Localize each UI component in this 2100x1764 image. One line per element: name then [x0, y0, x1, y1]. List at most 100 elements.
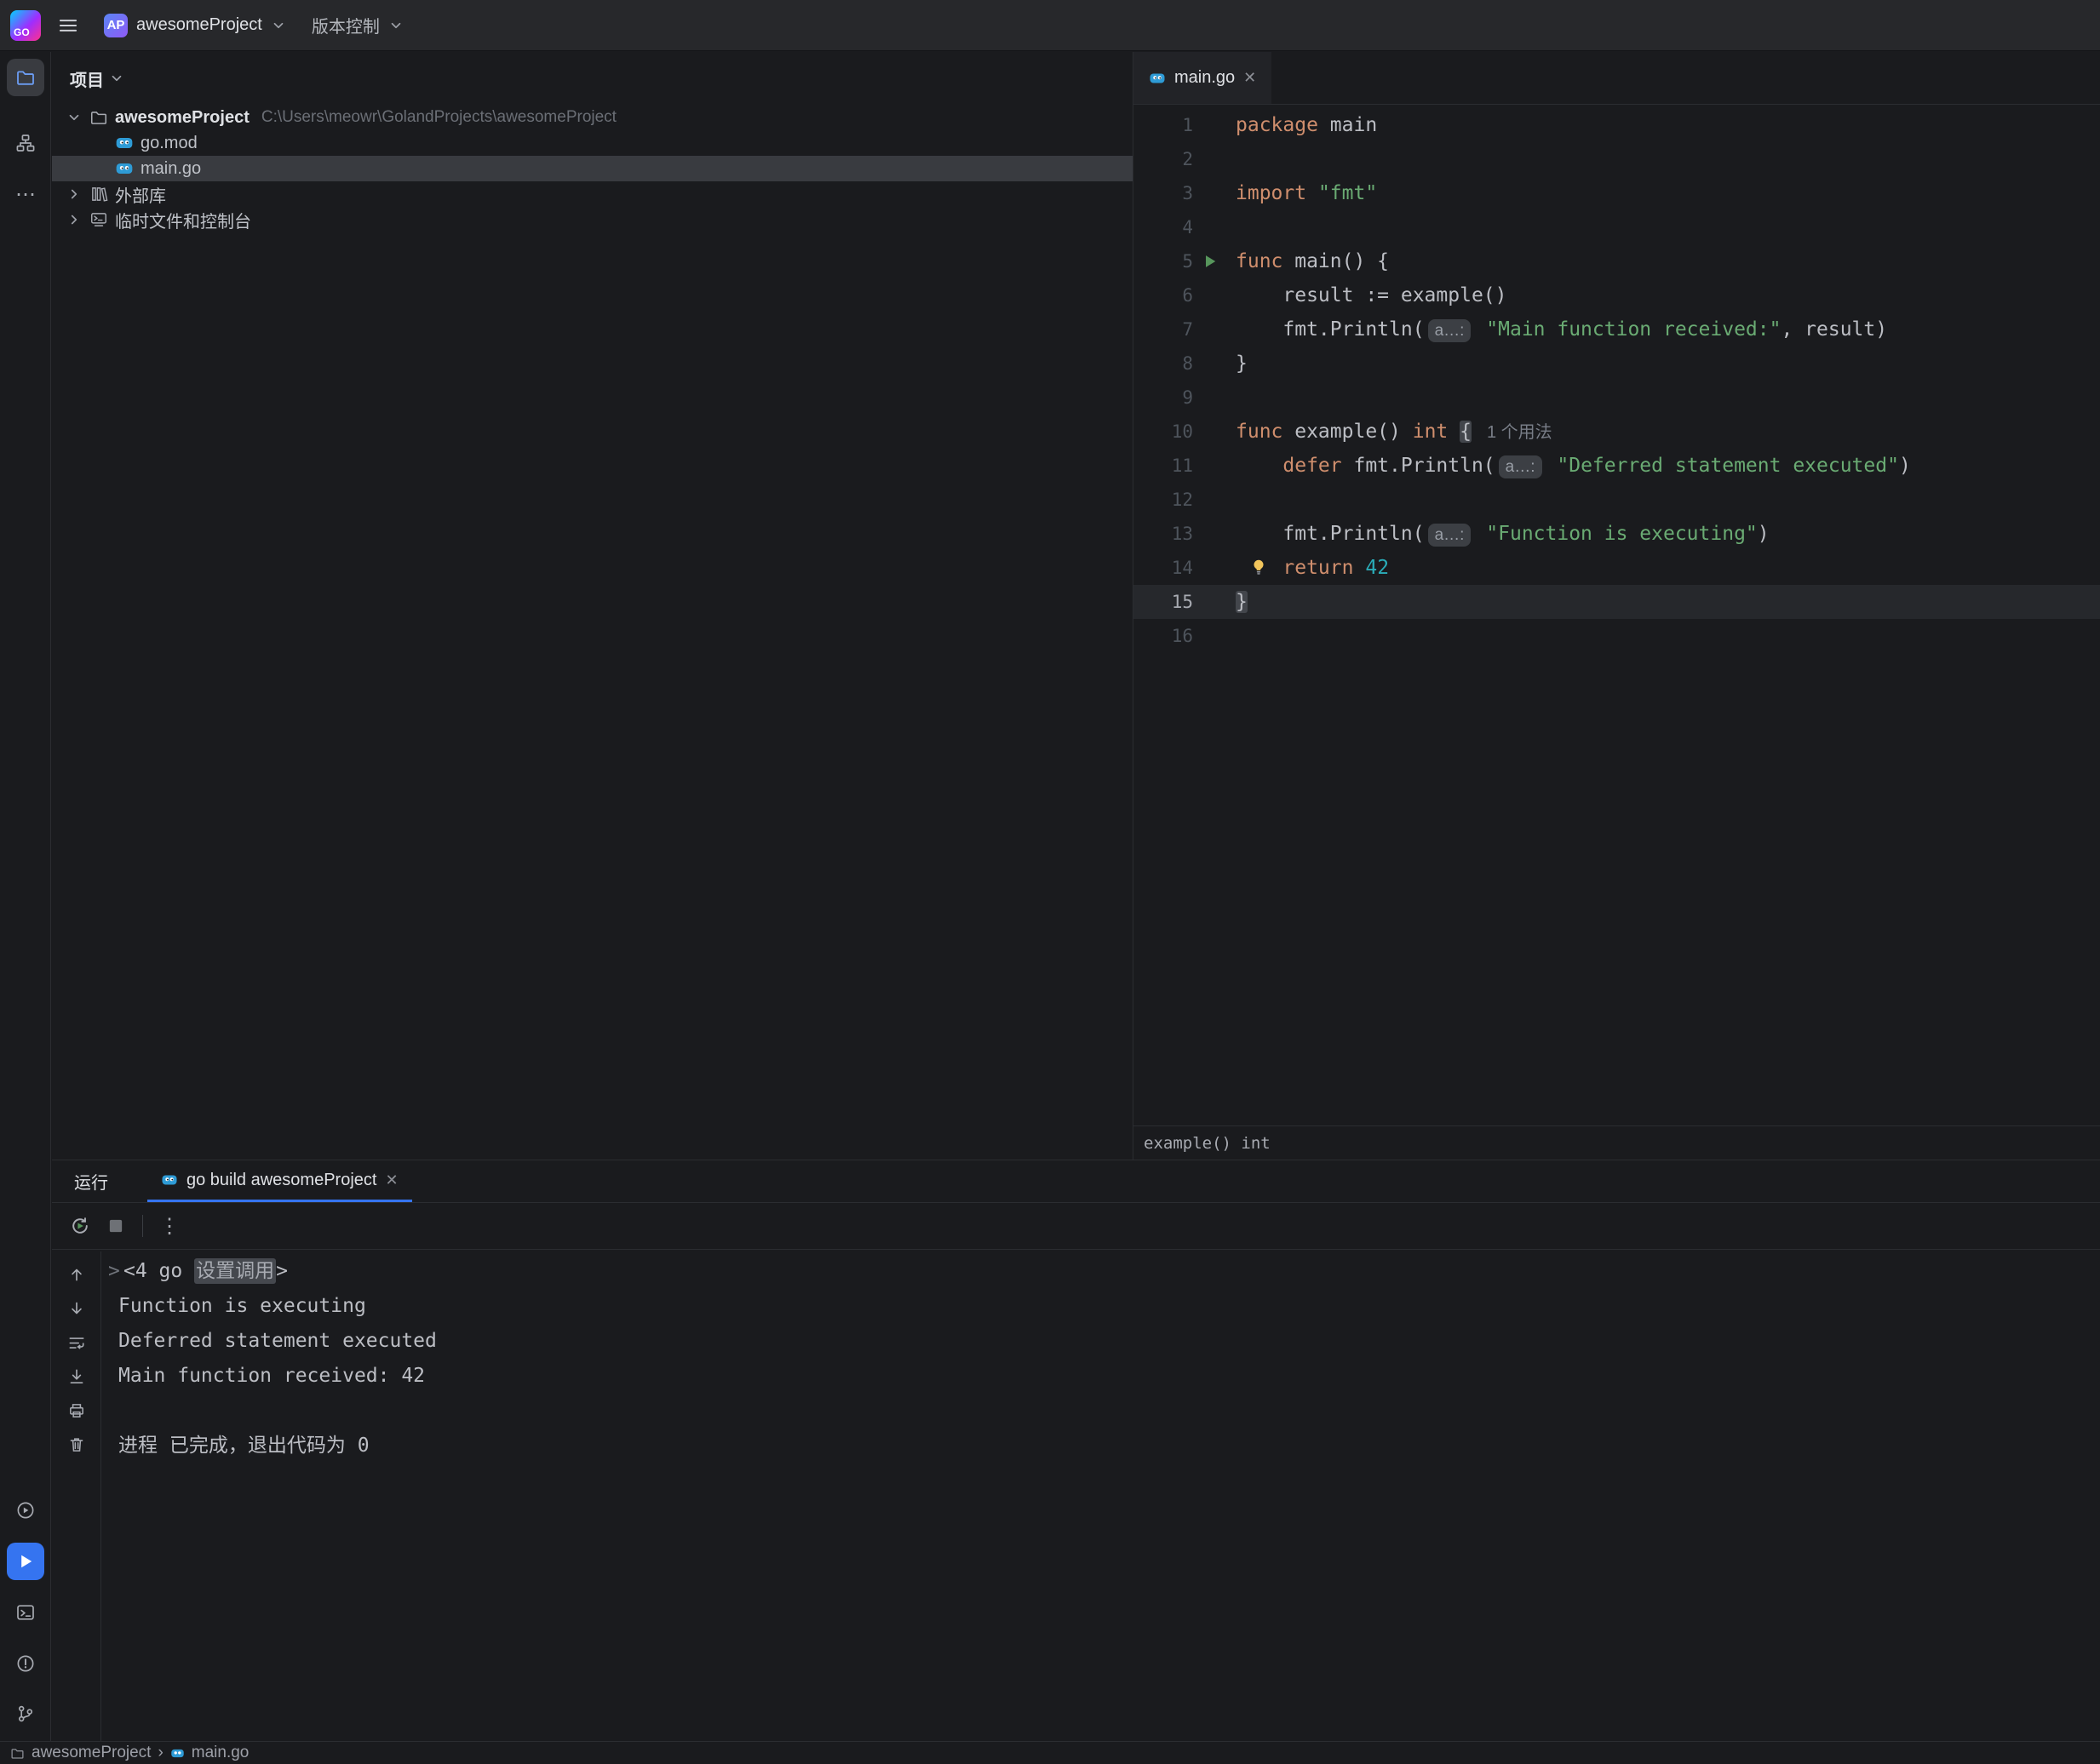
problems-tool-button[interactable]	[7, 1645, 44, 1682]
project-path: C:\Users\meowr\GolandProjects\awesomePro…	[261, 108, 617, 127]
problems-icon	[15, 1653, 36, 1674]
code-editor[interactable]: 1package main23import "fmt"45func main()…	[1133, 105, 2100, 653]
fold-expander-icon[interactable]: >	[108, 1254, 123, 1289]
arrow-down-icon	[67, 1299, 86, 1318]
line-number: 2	[1133, 142, 1193, 176]
project-widget-name: awesomeProject	[136, 15, 262, 35]
scroll-to-end-button[interactable]	[62, 1362, 91, 1391]
chevron-right-icon[interactable]	[64, 186, 84, 202]
project-tool-button[interactable]	[7, 59, 44, 96]
project-tool-window: 项目 awesomeProjectC:\Users\meowr\GolandPr…	[52, 52, 1133, 1160]
editor-tab-bar: main.go ✕	[1133, 52, 2100, 105]
project-widget[interactable]: AP awesomeProject	[95, 7, 295, 44]
project-tree: awesomeProjectC:\Users\meowr\GolandProje…	[52, 105, 1133, 232]
close-icon[interactable]: ✕	[385, 1171, 398, 1189]
main-toolbar: GO AP awesomeProject 版本控制	[0, 0, 2100, 51]
next-occurrence-button[interactable]	[62, 1294, 91, 1323]
chevron-right-icon[interactable]	[64, 212, 84, 227]
code-line-7[interactable]: 7 fmt.Println(a…: "Main function receive…	[1133, 312, 2100, 346]
code-line-15[interactable]: 15}	[1133, 585, 2100, 619]
line-number: 15	[1133, 585, 1193, 619]
code-line-6[interactable]: 6 result := example()	[1133, 278, 2100, 312]
close-icon[interactable]: ✕	[1243, 69, 1256, 87]
run-console[interactable]: ><4 go 设置调用>Function is executingDeferre…	[101, 1251, 2100, 1741]
editor-pane: main.go ✕ 1package main23import "fmt"45f…	[1133, 52, 2100, 1160]
chevron-down-icon[interactable]	[64, 110, 84, 125]
line-number: 11	[1133, 449, 1193, 483]
lightbulb-icon[interactable]	[1249, 558, 1268, 576]
stop-button[interactable]	[100, 1210, 132, 1242]
line-number: 9	[1133, 381, 1193, 415]
project-icon	[10, 1746, 25, 1761]
line-number: 10	[1133, 415, 1193, 449]
vcs-widget[interactable]: 版本控制	[303, 7, 412, 44]
fold-highlight[interactable]: 设置调用	[194, 1258, 276, 1284]
code-line-9[interactable]: 9	[1133, 381, 2100, 415]
line-number: 5	[1133, 244, 1193, 278]
run-icon	[15, 1551, 36, 1572]
code-line-14[interactable]: 14 return 42	[1133, 551, 2100, 585]
console-line: Deferred statement executed	[118, 1324, 2100, 1359]
code-line-2[interactable]: 2	[1133, 142, 2100, 176]
run-tool-button[interactable]	[7, 1543, 44, 1580]
code-line-8[interactable]: 8}	[1133, 346, 2100, 381]
arrow-up-icon	[67, 1265, 86, 1284]
chevron-down-icon	[109, 71, 124, 86]
code-line-13[interactable]: 13 fmt.Println(a…: "Function is executin…	[1133, 517, 2100, 551]
run-panel-title: 运行	[74, 1169, 108, 1194]
code-line-5[interactable]: 5func main() {	[1133, 244, 2100, 278]
rerun-button[interactable]	[64, 1210, 96, 1242]
tool-window-stripe: ⋯	[0, 52, 51, 1741]
tree-item[interactable]: awesomeProjectC:\Users\meowr\GolandProje…	[52, 105, 1133, 130]
git-branch-icon	[15, 1704, 36, 1724]
project-panel-header[interactable]: 项目	[52, 52, 1133, 105]
editor-tab-main-go[interactable]: main.go ✕	[1133, 52, 1271, 104]
code-line-3[interactable]: 3import "fmt"	[1133, 176, 2100, 210]
project-avatar: AP	[104, 14, 128, 37]
code-line-12[interactable]: 12	[1133, 483, 2100, 517]
tree-item[interactable]: 外部库	[52, 181, 1133, 207]
structure-tool-button[interactable]	[7, 124, 44, 162]
go-file-icon	[115, 159, 134, 178]
breadcrumb-project[interactable]: awesomeProject	[32, 1744, 151, 1762]
go-file-icon	[161, 1171, 178, 1188]
terminal-tool-button[interactable]	[7, 1594, 44, 1631]
tree-item[interactable]: 临时文件和控制台	[52, 207, 1133, 232]
line-number: 12	[1133, 483, 1193, 517]
more-tool-windows-button[interactable]: ⋯	[7, 175, 44, 213]
run-tool-window: 运行 go build awesomeProject ✕ ⋮	[52, 1160, 2100, 1741]
chevron-down-icon	[388, 18, 404, 33]
run-line-icon[interactable]	[1202, 252, 1219, 271]
hamburger-icon	[57, 14, 79, 37]
project-panel-title: 项目	[70, 66, 104, 91]
print-button[interactable]	[62, 1396, 91, 1425]
code-line-16[interactable]: 16	[1133, 619, 2100, 653]
run-tab-go-build[interactable]: go build awesomeProject ✕	[147, 1160, 412, 1202]
version-control-tool-button[interactable]	[7, 1695, 44, 1732]
library-icon	[89, 185, 108, 203]
line-number: 4	[1133, 210, 1193, 244]
more-options-button[interactable]: ⋮	[153, 1210, 186, 1242]
tree-item[interactable]: main.go	[52, 156, 1133, 181]
clear-console-button[interactable]	[62, 1430, 91, 1459]
services-tool-button[interactable]	[7, 1492, 44, 1529]
terminal-icon	[15, 1602, 36, 1623]
editor-context-bar: example() int	[1133, 1125, 2100, 1160]
breadcrumb-file[interactable]: main.go	[192, 1744, 250, 1762]
print-icon	[67, 1401, 86, 1420]
soft-wrap-button[interactable]	[62, 1328, 91, 1357]
code-line-11[interactable]: 11 defer fmt.Println(a…: "Deferred state…	[1133, 449, 2100, 483]
line-number: 7	[1133, 312, 1193, 346]
goland-logo-icon: GO	[10, 10, 41, 41]
console-line: Main function received: 42	[118, 1359, 2100, 1394]
code-line-4[interactable]: 4	[1133, 210, 2100, 244]
code-line-10[interactable]: 10func example() int {1 个用法	[1133, 415, 2100, 449]
code-line-1[interactable]: 1package main	[1133, 108, 2100, 142]
tree-item[interactable]: go.mod	[52, 130, 1133, 156]
breadcrumb-separator: ›	[158, 1744, 163, 1762]
console-line	[118, 1394, 2100, 1429]
stop-icon	[105, 1215, 127, 1237]
hamburger-menu-button[interactable]	[49, 7, 87, 44]
line-number: 14	[1133, 551, 1193, 585]
prev-occurrence-button[interactable]	[62, 1260, 91, 1289]
